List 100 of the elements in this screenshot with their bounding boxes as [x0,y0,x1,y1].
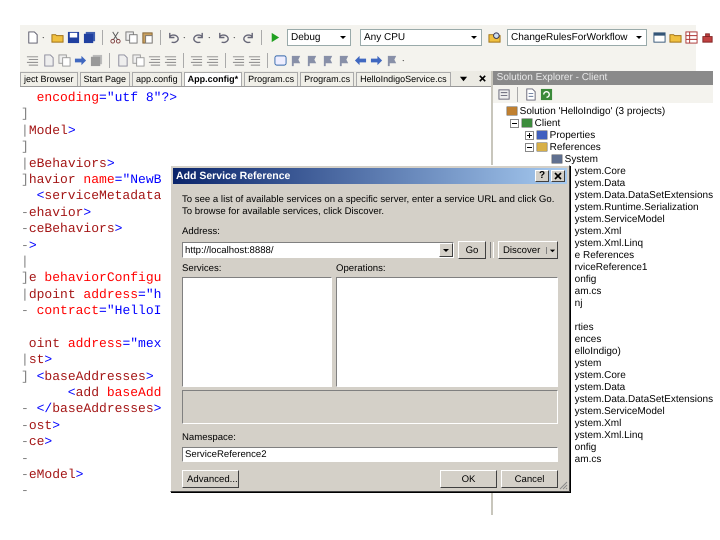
expand-icon[interactable] [524,130,534,140]
tree-item[interactable]: Properties [550,130,596,140]
tree-item[interactable]: Client [534,118,560,128]
copy-icon[interactable] [125,30,138,44]
window-icon[interactable] [653,30,666,44]
copy-icon[interactable] [58,54,71,66]
tree-item[interactable]: ystem.Data [574,382,626,392]
refresh-icon[interactable] [540,88,553,100]
document-icon[interactable] [116,54,129,66]
tree-item[interactable]: onfig [574,442,596,452]
go-button[interactable]: Go [458,241,486,259]
flag-icon[interactable] [322,54,335,66]
close-icon[interactable] [478,74,487,83]
code-line: oint address="mex [28,336,162,351]
address-field[interactable]: http://localhost:8888/ [182,242,454,258]
arrow-icon[interactable] [74,54,87,66]
tree-item[interactable]: ystem.Xml.Linq [574,238,644,248]
document-tab[interactable]: Start Page [80,72,130,86]
help-button[interactable]: ? [535,170,549,182]
document-tab[interactable]: HelloIndigoService.cs [356,72,451,86]
code-line: -ehavior> [21,204,92,220]
tree-item[interactable]: References [550,142,601,152]
discover-button[interactable]: Discover [498,241,558,259]
box-icon[interactable] [274,54,287,66]
redo-icon[interactable] [192,30,205,44]
code-line: -ceBehaviors> [21,221,122,236]
tree-item[interactable]: ystem.ServiceModel [574,406,665,416]
tree-item[interactable]: ystem.Data [574,178,626,188]
grid-icon[interactable] [685,30,698,44]
close-button[interactable] [551,170,565,182]
outdent-icon[interactable] [206,54,219,66]
document-tab[interactable]: App.config* [184,72,242,86]
tree-item[interactable]: ystem.Data.DataSetExtensions [574,394,714,404]
resize-grip-icon[interactable] [558,480,568,490]
tree-item[interactable]: elloIndigo) [574,346,621,356]
tree-item[interactable]: Solution 'HelloIndigo' (3 projects) [520,106,666,116]
tree-item[interactable]: am.cs [574,286,602,296]
paste-icon[interactable] [141,30,154,44]
tree-item[interactable]: ystem [574,358,602,368]
tree-item[interactable]: e References [574,250,634,260]
new-document-icon[interactable] [26,30,39,44]
platform-dropdown[interactable]: Any CPU [360,28,482,46]
text-lines-icon[interactable] [26,54,39,66]
namespace-label: Namespace: [182,432,237,444]
tree-item[interactable]: onfig [574,274,596,284]
document-tab[interactable]: app.config [132,72,182,86]
tree-item[interactable]: am.cs [574,454,602,464]
stack-icon[interactable] [90,54,103,66]
tree-item[interactable]: System [564,154,598,164]
tree-item[interactable]: ystem.Core [574,166,626,176]
flag-icon[interactable] [338,54,351,66]
caret-icon [549,246,556,254]
cut-icon[interactable] [109,30,122,44]
tree-item[interactable]: ystem.Data.DataSetExtensions [574,190,714,200]
code-line: -ost> [21,418,60,433]
tree-item[interactable]: ystem.Xml.Linq [574,430,644,440]
advanced-button[interactable]: Advanced... [182,470,239,488]
save-all-icon[interactable] [83,30,96,44]
back-icon[interactable] [217,30,230,44]
show-files-icon[interactable] [524,88,537,100]
tree-item[interactable]: ystem.Runtime.Serialization [574,202,699,212]
document-tab[interactable]: ject Browser [20,72,78,86]
caret-icon [339,33,347,41]
tree-item[interactable]: ystem.Xml [574,226,622,236]
code-line: encoding="utf 8"?> [36,90,178,105]
tree-item[interactable]: ystem.Xml [574,418,622,428]
flag-icon[interactable] [306,54,319,66]
document-icon[interactable] [42,54,55,66]
tree-item[interactable]: ystem.Core [574,370,626,380]
collapse-icon[interactable] [510,118,519,128]
list-icon[interactable] [248,54,261,66]
save-icon[interactable] [67,30,80,44]
document-tab[interactable]: Program.cs [244,72,298,86]
ok-button[interactable]: OK [440,470,497,488]
document-tab[interactable]: Program.cs [300,72,354,86]
find-dropdown[interactable]: ChangeRulesForWorkflow [507,28,647,46]
flag-icon[interactable] [386,54,399,66]
tree-item[interactable]: ystem.ServiceModel [574,214,665,224]
collapse-icon[interactable] [524,142,534,152]
code-line: - [21,483,29,498]
toolbox-icon[interactable] [701,30,714,44]
arrow-icon[interactable] [354,54,367,66]
flag-icon[interactable] [290,54,303,66]
undo-icon[interactable] [167,30,180,44]
find-in-files-icon[interactable] [488,30,501,44]
tree-item[interactable]: rviceReference1 [574,262,648,272]
code-line: -eModel> [21,466,84,482]
arrow-icon[interactable] [370,54,383,66]
copy-icon[interactable] [132,54,145,66]
configuration-dropdown[interactable]: Debug [287,28,351,46]
namespace-field[interactable]: ServiceReference2 [182,447,558,462]
code-line: ]e behaviorConfigu [21,270,162,286]
forward-icon[interactable] [242,30,255,44]
cancel-button[interactable]: Cancel [501,470,558,488]
tree-item[interactable]: rties [574,322,594,332]
tree-item[interactable]: ences [574,334,602,344]
list-icon[interactable] [232,54,245,66]
tree-item[interactable]: nj [574,298,582,308]
indent-icon[interactable] [190,54,203,66]
text-lines-icon[interactable] [148,54,161,66]
